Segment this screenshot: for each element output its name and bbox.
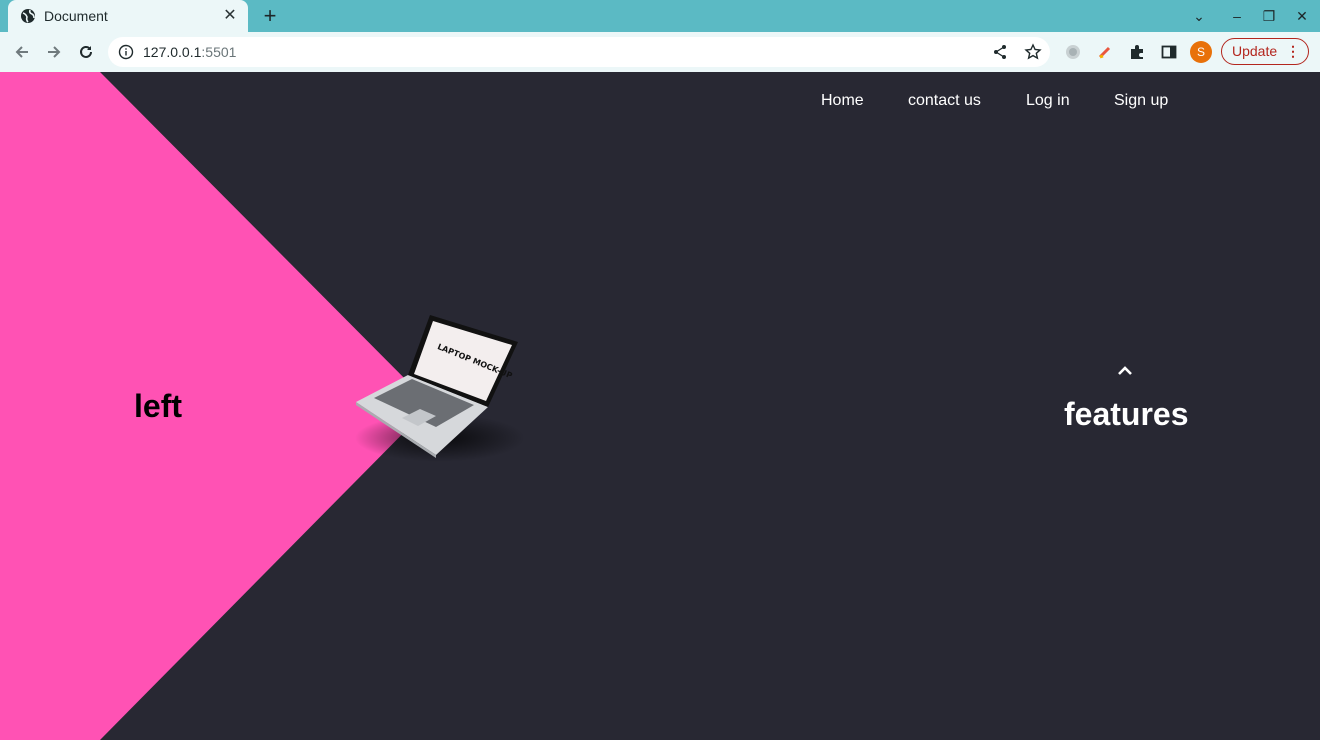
features-heading[interactable]: features — [1064, 396, 1189, 433]
update-button[interactable]: Update ⋮ — [1221, 38, 1309, 65]
site-info-icon[interactable] — [118, 44, 134, 60]
window-close-icon[interactable]: ✕ — [1292, 6, 1312, 26]
page-viewport: Home contact us Log in Sign up left LAPT… — [0, 72, 1320, 740]
reload-icon[interactable] — [74, 40, 98, 64]
tab-title: Document — [44, 8, 108, 24]
url-text: 127.0.0.1:5501 — [143, 44, 236, 60]
url-port: :5501 — [201, 44, 237, 60]
nav-contact-us[interactable]: contact us — [908, 92, 981, 110]
back-icon[interactable] — [10, 40, 34, 64]
minimize-icon[interactable]: – — [1227, 6, 1247, 26]
bookmark-star-icon[interactable] — [1024, 43, 1042, 61]
tab-search-icon[interactable]: ⌄ — [1189, 6, 1209, 26]
left-heading: left — [134, 388, 182, 424]
browser-chrome: Document ✕ + ⌄ – ❐ ✕ 127.0.0.1:5501 S Up… — [0, 0, 1320, 72]
nav-log-in[interactable]: Log in — [1026, 92, 1070, 110]
profile-avatar[interactable]: S — [1190, 41, 1212, 63]
side-panel-icon[interactable] — [1157, 40, 1181, 64]
share-icon[interactable] — [992, 44, 1008, 60]
laptop-image: LAPTOP MOCK-UP — [355, 315, 525, 462]
new-tab-button[interactable]: + — [258, 4, 282, 28]
globe-icon — [21, 9, 35, 23]
chevron-up-icon[interactable] — [1114, 364, 1136, 378]
update-label: Update — [1232, 43, 1278, 59]
address-bar[interactable]: 127.0.0.1:5501 — [108, 37, 1050, 67]
extension-picker-icon[interactable] — [1093, 40, 1117, 64]
browser-toolbar: 127.0.0.1:5501 S Update ⋮ — [0, 32, 1320, 72]
restore-icon[interactable]: ❐ — [1259, 6, 1279, 26]
nav-sign-up[interactable]: Sign up — [1114, 92, 1168, 110]
extensions-puzzle-icon[interactable] — [1125, 40, 1149, 64]
extension-globe-icon[interactable] — [1061, 40, 1085, 64]
tab-document[interactable]: Document ✕ — [8, 0, 248, 32]
nav-home[interactable]: Home — [821, 92, 864, 110]
tab-strip: Document ✕ + ⌄ – ❐ ✕ — [0, 0, 1320, 32]
forward-icon[interactable] — [42, 40, 66, 64]
tab-close-icon[interactable]: ✕ — [220, 6, 240, 26]
url-host: 127.0.0.1 — [143, 44, 202, 60]
menu-kebab-icon[interactable]: ⋮ — [1286, 39, 1300, 64]
